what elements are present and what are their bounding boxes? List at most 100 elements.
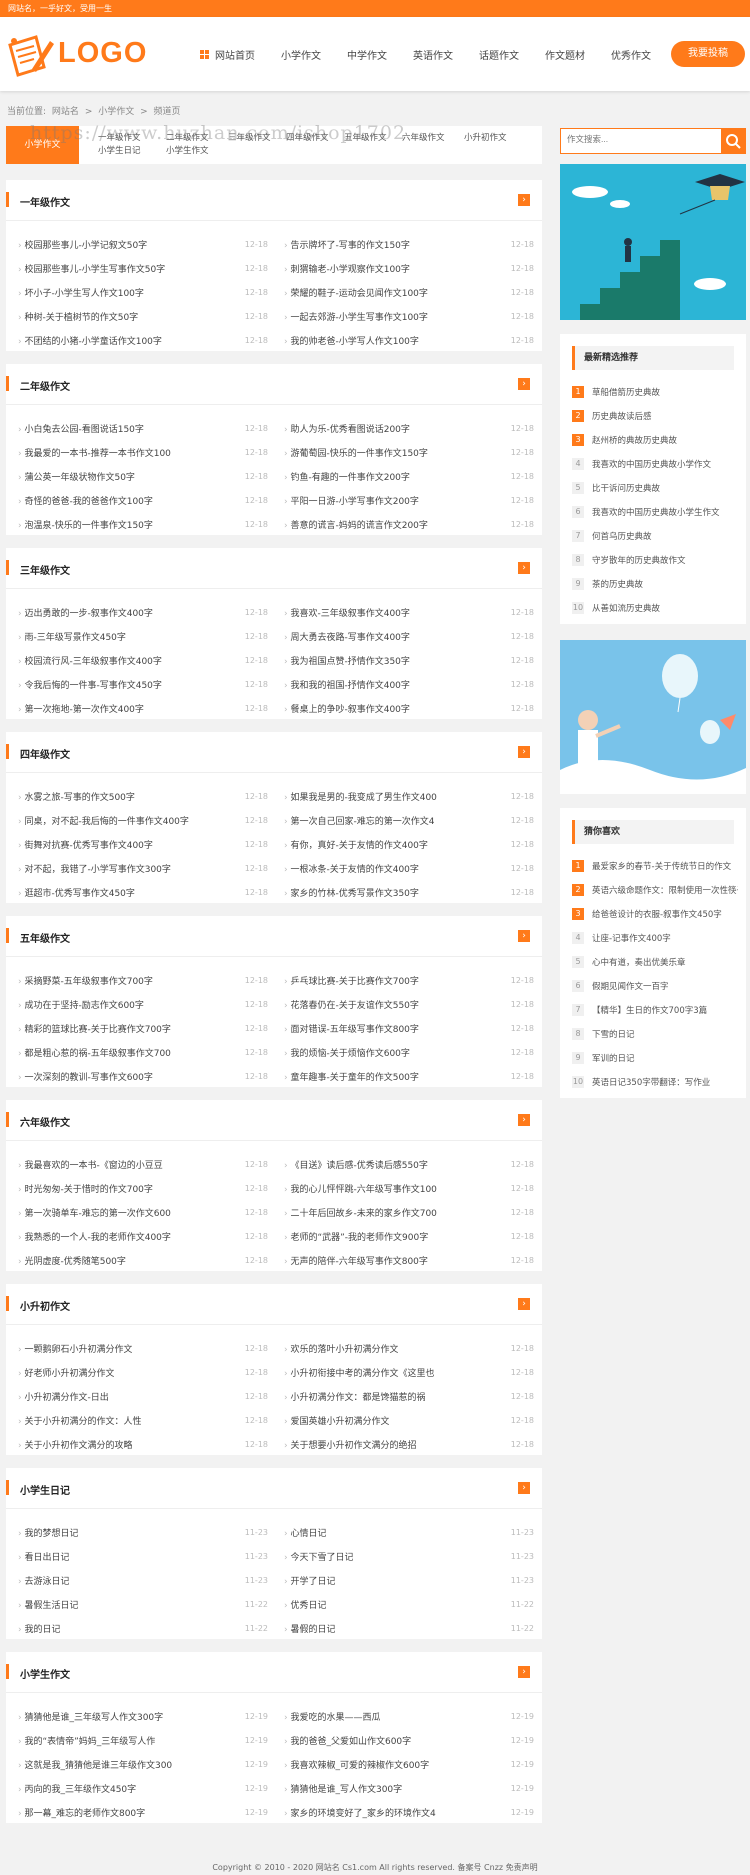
- article-title[interactable]: 小升初满分作文：都是馋猫惹的祸: [284, 1390, 425, 1403]
- ranked-item-title[interactable]: 茶的历史典故: [592, 578, 643, 590]
- article-title[interactable]: 老师的“武器”-我的老师作文900字: [284, 1230, 428, 1243]
- article-title[interactable]: 街舞对抗赛-优秀写事作文400字: [18, 838, 152, 851]
- article-title[interactable]: 家乡的竹林-优秀写景作文350字: [284, 886, 418, 899]
- nav-item-excellent[interactable]: 优秀作文: [611, 47, 651, 62]
- ranked-list-item[interactable]: 2 历史典故读后感: [572, 408, 738, 424]
- article-title[interactable]: 光阴虚度-优秀随笔500字: [18, 1254, 125, 1267]
- breadcrumb-site[interactable]: 网站名: [52, 107, 79, 117]
- section-more-icon[interactable]: ›: [518, 562, 530, 574]
- section-title[interactable]: 小学生作文: [20, 1666, 70, 1681]
- article-row[interactable]: 二十年后回故乡-未来的家乡作文700 12-18: [284, 1200, 534, 1224]
- ranked-item-title[interactable]: 何首乌历史典故: [592, 530, 652, 542]
- ranked-item-title[interactable]: 赵州桥的典故历史典故: [592, 434, 677, 446]
- article-title[interactable]: 第一次拖地-第一次作文400字: [18, 702, 143, 715]
- article-row[interactable]: 老师的“武器”-我的老师作文900字 12-18: [284, 1224, 534, 1248]
- article-title[interactable]: 暑假生活日记: [18, 1598, 78, 1611]
- article-row[interactable]: 我喜欢辣椒_可爱的辣椒作文600字 12-19: [284, 1752, 534, 1776]
- article-row[interactable]: 开学了日记 11-23: [284, 1568, 534, 1592]
- article-title[interactable]: 校园那些事儿-小学生写事作文50字: [18, 262, 165, 275]
- article-row[interactable]: 欢乐的落叶小升初满分作文 12-18: [284, 1336, 534, 1360]
- article-row[interactable]: 钓鱼-有趣的一件事作文200字 12-18: [284, 464, 534, 488]
- article-title[interactable]: 去游泳日记: [18, 1574, 69, 1587]
- article-title[interactable]: 《目送》读后感-优秀读后感550字: [284, 1158, 427, 1171]
- article-title[interactable]: 猜猜他是谁_写人作文300字: [284, 1782, 402, 1795]
- section-title[interactable]: 五年级作文: [20, 930, 70, 945]
- article-row[interactable]: 第一次骑单车-难忘的第一次作文600 12-18: [18, 1200, 268, 1224]
- article-row[interactable]: 第一次拖地-第一次作文400字 12-18: [18, 696, 268, 720]
- article-title[interactable]: 成功在于坚持-励志作文600字: [18, 998, 143, 1011]
- article-row[interactable]: 我熟悉的一个人-我的老师作文400字 12-18: [18, 1224, 268, 1248]
- ranked-item-title[interactable]: 比干诉问历史典故: [592, 482, 660, 494]
- nav-item-material[interactable]: 作文题材: [545, 47, 585, 62]
- article-title[interactable]: 如果我是男的-我变成了男生作文400: [284, 790, 436, 803]
- site-logo[interactable]: LOGO: [6, 31, 156, 79]
- article-row[interactable]: 我的日记 11-22: [18, 1616, 268, 1640]
- article-title[interactable]: 今天下雪了日记: [284, 1550, 353, 1563]
- ranked-list-item[interactable]: 3 赵州桥的典故历史典故: [572, 432, 738, 448]
- ranked-list-item[interactable]: 2 英语六级命题作文：限制使用一次性筷子: [572, 882, 738, 898]
- article-title[interactable]: 我的心儿怦怦跳-六年级写事作文100: [284, 1182, 436, 1195]
- article-title[interactable]: 告示牌坏了-写事的作文150字: [284, 238, 409, 251]
- article-title[interactable]: 看日出日记: [18, 1550, 69, 1563]
- article-title[interactable]: 我的爸爸_父爱如山作文600字: [284, 1734, 411, 1747]
- ranked-item-title[interactable]: 从善如流历史典故: [592, 602, 660, 614]
- article-row[interactable]: 家乡的环境变好了_家乡的环境作文4 12-19: [284, 1800, 534, 1824]
- ranked-list-item[interactable]: 9 军训的日记: [572, 1050, 738, 1066]
- article-title[interactable]: 好老师小升初满分作文: [18, 1366, 114, 1379]
- article-title[interactable]: 采摘野菜-五年级叙事作文700字: [18, 974, 152, 987]
- article-title[interactable]: 一起去郊游-小学生写事作文100字: [284, 310, 427, 323]
- article-row[interactable]: 优秀日记 11-22: [284, 1592, 534, 1616]
- article-row[interactable]: 我的梦想日记 11-23: [18, 1520, 268, 1544]
- ranked-list-item[interactable]: 7 【精华】生日的作文700字3篇: [572, 1002, 738, 1018]
- article-row[interactable]: 乒乓球比赛-关于比赛作文700字 12-18: [284, 968, 534, 992]
- article-row[interactable]: 我的心儿怦怦跳-六年级写事作文100 12-18: [284, 1176, 534, 1200]
- article-row[interactable]: 精彩的篮球比赛-关于比赛作文700字 12-18: [18, 1016, 268, 1040]
- article-title[interactable]: 我的日记: [18, 1622, 60, 1635]
- article-row[interactable]: 关于想要小升初作文满分的绝招 12-18: [284, 1432, 534, 1456]
- article-row[interactable]: 助人为乐-优秀看图说话200字 12-18: [284, 416, 534, 440]
- article-row[interactable]: 校园那些事儿-小学生写事作文50字 12-18: [18, 256, 268, 280]
- article-title[interactable]: 我和我的祖国-抒情作文400字: [284, 678, 409, 691]
- article-title[interactable]: 这就是我_猜猜他是谁三年级作文300: [18, 1758, 172, 1771]
- ranked-item-title[interactable]: 英语六级命题作文：限制使用一次性筷子: [592, 884, 738, 896]
- article-title[interactable]: 我的帅老爸-小学写人作文100字: [284, 334, 418, 347]
- article-title[interactable]: 对不起，我错了-小学写事作文300字: [18, 862, 170, 875]
- article-row[interactable]: 一根冰条-关于友情的作文400字 12-18: [284, 856, 534, 880]
- article-row[interactable]: 校园流行风-三年级叙事作文400字 12-18: [18, 648, 268, 672]
- article-row[interactable]: 看日出日记 11-23: [18, 1544, 268, 1568]
- article-row[interactable]: 心情日记 11-23: [284, 1520, 534, 1544]
- article-title[interactable]: 童年趣事-关于童年的作文500字: [284, 1070, 418, 1083]
- article-row[interactable]: 去游泳日记 11-23: [18, 1568, 268, 1592]
- article-title[interactable]: 校园那些事儿-小学记叙文50字: [18, 238, 147, 251]
- ranked-list-item[interactable]: 4 我喜欢的中国历史典故小学作文: [572, 456, 738, 472]
- article-title[interactable]: 我最喜欢的一本书-《窗边的小豆豆: [18, 1158, 162, 1171]
- ranked-list-item[interactable]: 10 从善如流历史典故: [572, 600, 738, 616]
- ranked-item-title[interactable]: 守岁散年的历史典故作文: [592, 554, 686, 566]
- article-title[interactable]: 小升初衔接中考的满分作文《这里也: [284, 1366, 434, 1379]
- article-row[interactable]: 面对错误-五年级写事作文800字 12-18: [284, 1016, 534, 1040]
- article-title[interactable]: 优秀日记: [284, 1598, 326, 1611]
- article-title[interactable]: 我最爱的一本书-推荐一本书作文100: [18, 446, 170, 459]
- section-more-icon[interactable]: ›: [518, 746, 530, 758]
- submit-article-button[interactable]: 我要投稿: [671, 41, 745, 67]
- article-row[interactable]: 我和我的祖国-抒情作文400字 12-18: [284, 672, 534, 696]
- article-title[interactable]: 小白兔去公园-看图说话150字: [18, 422, 143, 435]
- article-title[interactable]: 雨-三年级写景作文450字: [18, 630, 125, 643]
- article-title[interactable]: 餐桌上的争吵-叙事作文400字: [284, 702, 409, 715]
- ranked-item-title[interactable]: 英语日记350字带翻译：写作业: [592, 1076, 710, 1088]
- section-more-icon[interactable]: ›: [518, 1666, 530, 1678]
- article-title[interactable]: 刺猬输老-小学观察作文100字: [284, 262, 409, 275]
- article-title[interactable]: 心情日记: [284, 1526, 326, 1539]
- ranked-item-title[interactable]: 最爱家乡的春节-关于传统节日的作文: [592, 860, 731, 872]
- article-row[interactable]: 一颗鹅卵石小升初满分作文 12-18: [18, 1336, 268, 1360]
- ranked-list-item[interactable]: 1 最爱家乡的春节-关于传统节日的作文: [572, 858, 738, 874]
- ranked-list-item[interactable]: 6 假期见闻作文一百字: [572, 978, 738, 994]
- article-row[interactable]: 丙向的我_三年级作文450字 12-19: [18, 1776, 268, 1800]
- nav-item-middle[interactable]: 中学作文: [347, 47, 387, 62]
- article-row[interactable]: 餐桌上的争吵-叙事作文400字 12-18: [284, 696, 534, 720]
- breadcrumb-cat[interactable]: 小学作文: [98, 107, 134, 117]
- article-row[interactable]: 种树-关于植树节的作文50字 12-18: [18, 304, 268, 328]
- search-button[interactable]: [721, 129, 745, 153]
- article-title[interactable]: 我熟悉的一个人-我的老师作文400字: [18, 1230, 170, 1243]
- article-row[interactable]: 时光匆匆-关于惜时的作文700字 12-18: [18, 1176, 268, 1200]
